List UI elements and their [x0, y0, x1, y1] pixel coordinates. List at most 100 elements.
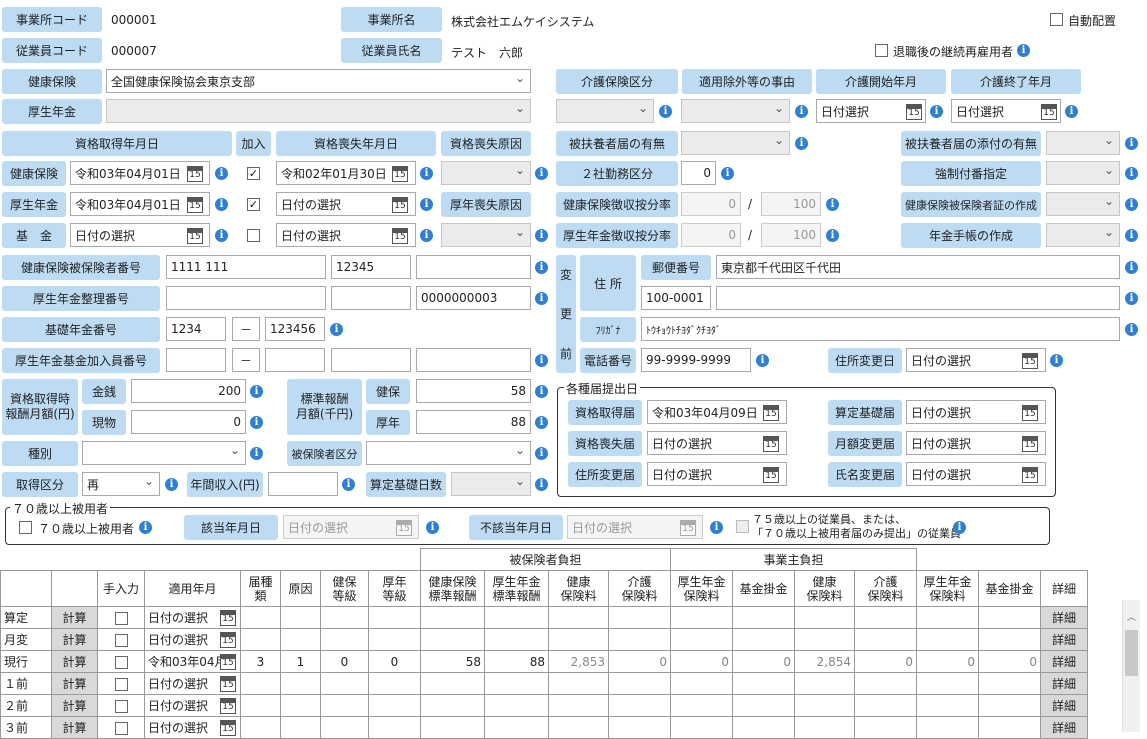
detail-button[interactable]: 詳細: [1040, 606, 1088, 629]
info-icon[interactable]: i: [420, 167, 433, 180]
info-icon[interactable]: i: [795, 137, 808, 150]
info-icon[interactable]: i: [535, 167, 548, 180]
info-icon[interactable]: i: [1125, 198, 1138, 211]
info-icon[interactable]: i: [420, 229, 433, 242]
health-insured-number-3[interactable]: [416, 255, 531, 279]
info-icon[interactable]: i: [250, 447, 263, 460]
care-division-select[interactable]: [556, 99, 654, 123]
over75-checkbox[interactable]: [736, 520, 749, 533]
info-icon[interactable]: i: [1065, 105, 1078, 118]
pension-book-select[interactable]: [1046, 223, 1120, 247]
address-line2[interactable]: [716, 286, 1120, 310]
calendar-icon[interactable]: 15: [763, 467, 779, 483]
info-icon[interactable]: i: [826, 229, 839, 242]
calendar-icon[interactable]: 15: [1022, 436, 1038, 452]
info-icon[interactable]: i: [139, 521, 152, 534]
acquisition-division-select[interactable]: 再: [82, 472, 160, 496]
detail-button[interactable]: 詳細: [1040, 650, 1088, 673]
calendar-icon[interactable]: 15: [187, 166, 203, 182]
exempt-reason-select[interactable]: [681, 99, 790, 123]
info-icon[interactable]: i: [250, 385, 263, 398]
calendar-icon[interactable]: 15: [220, 654, 236, 670]
kounen-field[interactable]: 88: [416, 410, 531, 434]
fund-member-number-2[interactable]: [265, 348, 325, 372]
health-ratio-denominator[interactable]: 100: [761, 192, 821, 216]
info-icon[interactable]: i: [535, 416, 548, 429]
calendar-icon[interactable]: 15: [392, 228, 408, 244]
rehire-checkbox[interactable]: [875, 44, 888, 57]
calendar-icon[interactable]: 15: [1022, 353, 1038, 369]
info-icon[interactable]: i: [535, 292, 548, 305]
info-icon[interactable]: i: [535, 354, 548, 367]
info-icon[interactable]: i: [215, 198, 228, 211]
pension-ratio-denominator[interactable]: 100: [761, 223, 821, 247]
info-icon[interactable]: i: [342, 478, 355, 491]
calc-button[interactable]: 計算: [51, 716, 98, 739]
auto-place-checkbox[interactable]: [1050, 13, 1063, 26]
info-icon[interactable]: i: [535, 261, 548, 274]
calendar-icon[interactable]: 15: [187, 228, 203, 244]
info-icon[interactable]: i: [1125, 167, 1138, 180]
info-icon[interactable]: i: [930, 105, 943, 118]
manual-checkbox[interactable]: [114, 721, 128, 735]
dependent-notice-select[interactable]: [681, 131, 790, 155]
calendar-icon[interactable]: 15: [392, 197, 408, 213]
info-icon[interactable]: i: [826, 198, 839, 211]
table-scrollbar[interactable]: ︿: [1122, 600, 1140, 732]
pension-org-number-1[interactable]: [166, 286, 326, 310]
info-icon[interactable]: i: [165, 478, 178, 491]
pension-org-number-2[interactable]: [331, 286, 411, 310]
pension-select[interactable]: [106, 99, 531, 123]
info-icon[interactable]: i: [1125, 261, 1138, 274]
basic-pension-number-2[interactable]: 123456: [265, 317, 325, 341]
scroll-up-icon[interactable]: ︿: [1123, 610, 1140, 623]
health-card-select[interactable]: [1046, 192, 1120, 216]
info-icon[interactable]: i: [1125, 323, 1138, 336]
calendar-icon[interactable]: 15: [220, 632, 236, 648]
info-icon[interactable]: i: [215, 229, 228, 242]
calendar-icon[interactable]: 15: [396, 520, 412, 536]
fund-join-checkbox[interactable]: [247, 229, 260, 242]
manual-checkbox[interactable]: [114, 611, 128, 625]
info-icon[interactable]: i: [1050, 354, 1063, 367]
calc-button[interactable]: 計算: [51, 628, 98, 651]
apply-date[interactable]: 日付の選択 15: [144, 694, 241, 717]
manual-checkbox[interactable]: [114, 677, 128, 691]
apply-date[interactable]: 令和03年04月 15: [144, 650, 241, 673]
fund-member-number-3[interactable]: [331, 348, 411, 372]
info-icon[interactable]: i: [535, 447, 548, 460]
fund-member-number-4[interactable]: [416, 348, 531, 372]
manual-checkbox[interactable]: [114, 633, 128, 647]
info-icon[interactable]: i: [1017, 44, 1030, 57]
info-icon[interactable]: i: [756, 354, 769, 367]
detail-button[interactable]: 詳細: [1040, 716, 1088, 739]
zip-field[interactable]: 100-0001: [641, 286, 711, 310]
info-icon[interactable]: i: [535, 229, 548, 242]
apply-date[interactable]: 日付の選択 15: [144, 672, 241, 695]
calendar-icon[interactable]: 15: [392, 166, 408, 182]
health-insurance-select[interactable]: 全国健康保険協会東京支部: [106, 69, 531, 93]
scroll-thumb[interactable]: [1125, 630, 1138, 676]
goods-field[interactable]: 0: [131, 410, 246, 434]
calendar-icon[interactable]: 15: [763, 436, 779, 452]
info-icon[interactable]: i: [215, 167, 228, 180]
calc-days-select[interactable]: [451, 472, 531, 496]
pension-ratio-numerator[interactable]: 0: [681, 223, 741, 247]
pension-join-checkbox[interactable]: ✓: [247, 198, 260, 211]
calc-button[interactable]: 計算: [51, 672, 98, 695]
calendar-icon[interactable]: 15: [220, 676, 236, 692]
manual-checkbox[interactable]: [114, 655, 128, 669]
kana-field[interactable]: ﾄｳｷｮｳﾄﾁﾖﾀﾞｸﾁﾖﾀﾞ: [641, 317, 1120, 341]
health-insured-number-1[interactable]: 1111 111: [166, 255, 326, 279]
info-icon[interactable]: i: [535, 478, 548, 491]
health-insured-number-2[interactable]: 12345: [331, 255, 411, 279]
calc-button[interactable]: 計算: [51, 694, 98, 717]
kind-select[interactable]: [82, 441, 246, 465]
detail-button[interactable]: 詳細: [1040, 694, 1088, 717]
calc-button[interactable]: 計算: [51, 650, 98, 673]
calendar-icon[interactable]: 15: [680, 520, 696, 536]
health-join-checkbox[interactable]: ✓: [247, 167, 260, 180]
two-company-field[interactable]: 0: [681, 161, 716, 185]
health-ratio-numerator[interactable]: 0: [681, 192, 741, 216]
info-icon[interactable]: i: [795, 105, 808, 118]
